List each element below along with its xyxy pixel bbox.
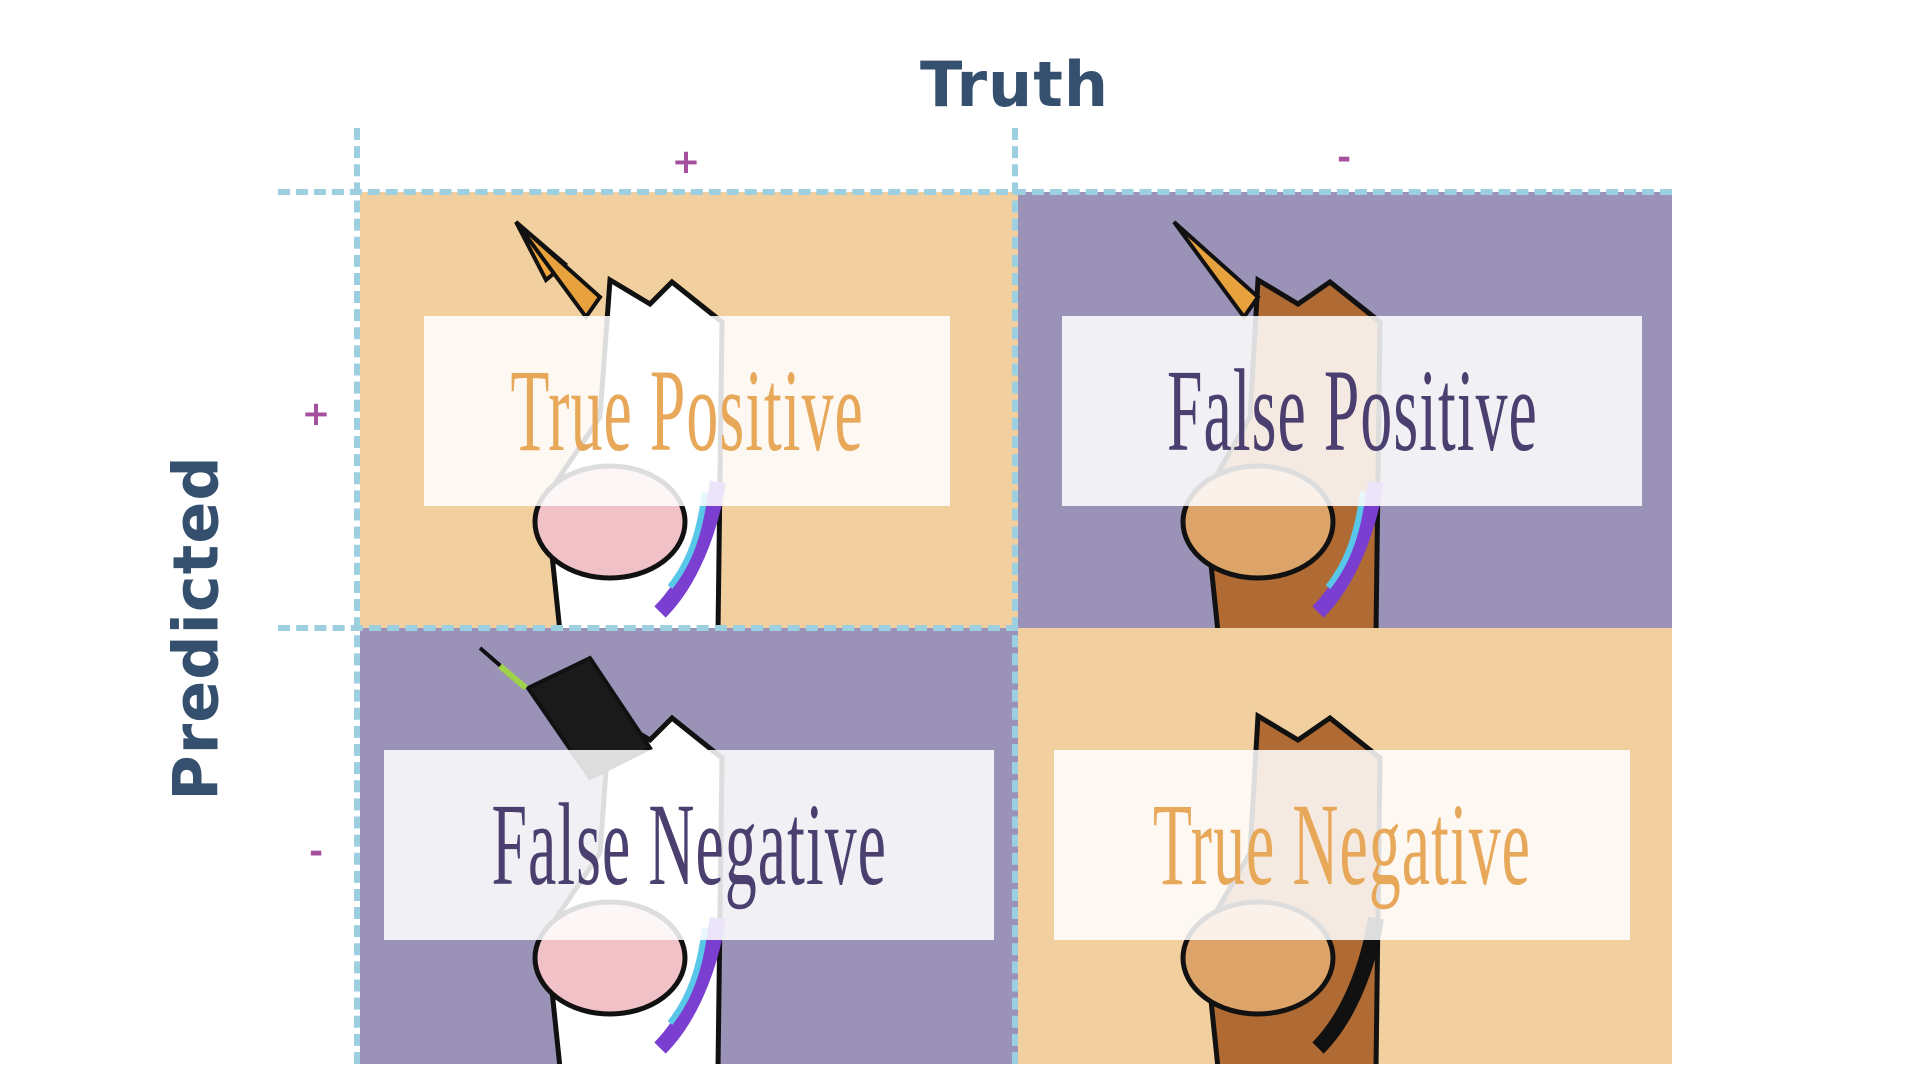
predicted-negative-sign: - bbox=[308, 832, 324, 872]
false-positive-label: False Positive bbox=[1166, 345, 1538, 476]
grid-line-center bbox=[1012, 128, 1018, 1064]
grid-line-left bbox=[354, 128, 360, 1064]
cell-false-positive: False Positive bbox=[1018, 192, 1672, 628]
truth-positive-sign: + bbox=[671, 142, 701, 182]
predicted-positive-sign: + bbox=[301, 394, 331, 434]
cell-true-positive: True Positive bbox=[360, 192, 1018, 628]
truth-negative-sign: - bbox=[1336, 138, 1352, 178]
false-negative-label-box: False Negative bbox=[384, 750, 994, 940]
true-positive-label-box: True Positive bbox=[424, 316, 950, 506]
false-positive-label-box: False Positive bbox=[1062, 316, 1642, 506]
true-negative-label: True Negative bbox=[1153, 779, 1532, 910]
cell-true-negative: True Negative bbox=[1018, 628, 1672, 1064]
true-positive-label: True Positive bbox=[510, 345, 864, 476]
grid-line-top bbox=[278, 189, 1672, 195]
false-negative-label: False Negative bbox=[491, 779, 887, 910]
cell-false-negative: False Negative bbox=[360, 628, 1018, 1064]
true-negative-label-box: True Negative bbox=[1054, 750, 1630, 940]
predicted-axis-title: Predicted bbox=[159, 455, 233, 801]
grid-line-middle bbox=[278, 625, 1018, 631]
truth-axis-title: Truth bbox=[920, 48, 1109, 121]
